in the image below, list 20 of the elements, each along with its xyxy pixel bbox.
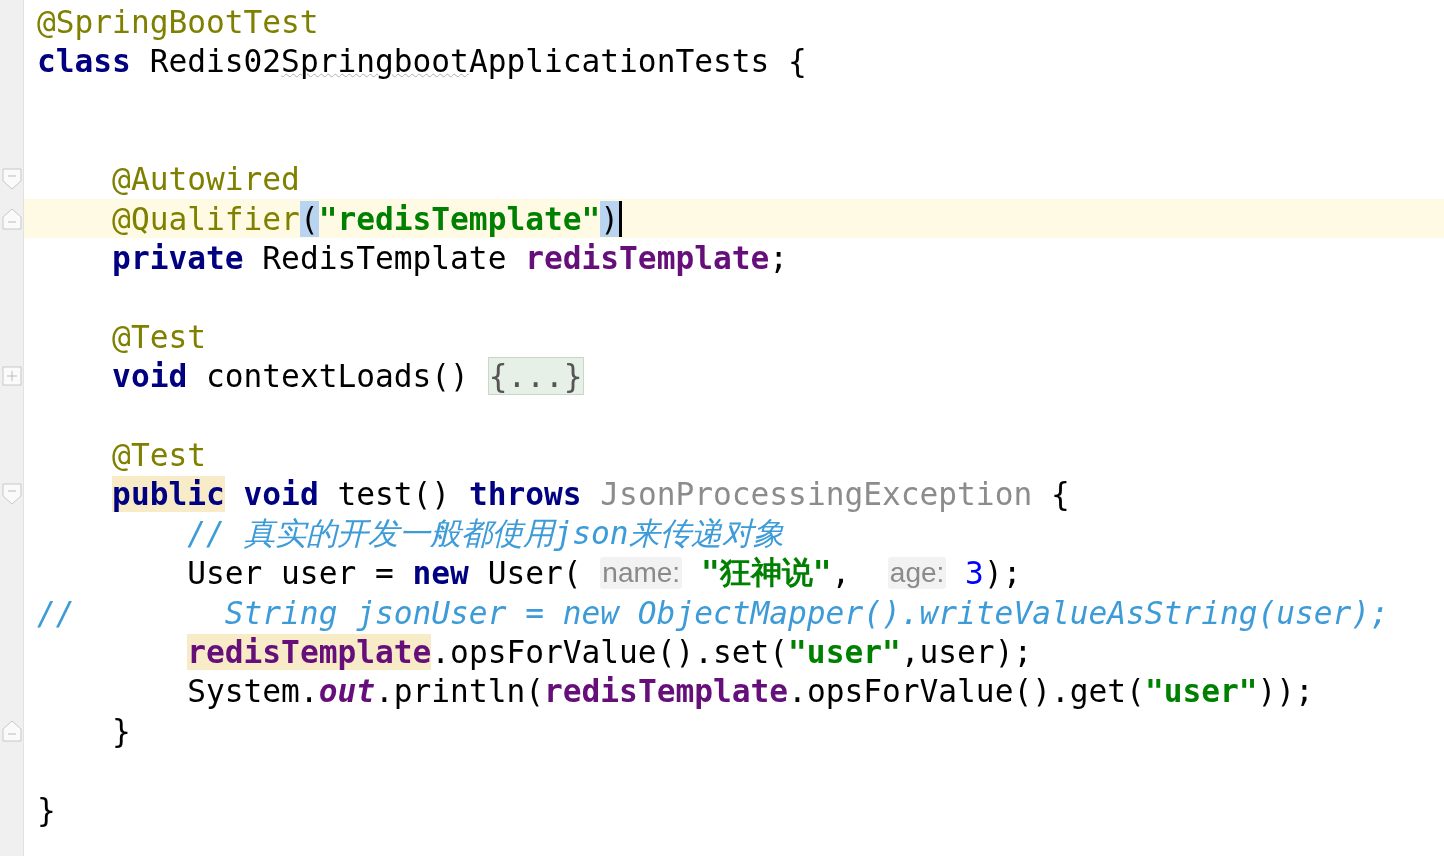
code-line: // String jsonUser = new ObjectMapper().writeValueAsString(user); bbox=[36, 593, 1390, 633]
fold-icon[interactable] bbox=[1, 483, 22, 506]
fold-icon[interactable] bbox=[1, 719, 22, 742]
code-line: redisTemplate.opsForValue().set("user",user); bbox=[186, 632, 1034, 672]
code-line: // 真实的开发一般都使用json来传递对象 bbox=[186, 514, 785, 553]
fold-icon[interactable] bbox=[1, 168, 22, 191]
code-line: @Test bbox=[111, 317, 207, 357]
code-line: User user = new User( name: "狂神说", age: 3); bbox=[186, 553, 1023, 593]
expand-icon[interactable] bbox=[1, 366, 22, 387]
code-line: @SpringBootTest bbox=[36, 2, 320, 42]
code-line: void contextLoads() {...} bbox=[111, 356, 585, 396]
code-line: class Redis02SpringbootApplicationTests { bbox=[36, 42, 808, 81]
code-line: private RedisTemplate redisTemplate; bbox=[111, 239, 790, 278]
code-line: public void test() throws JsonProcessingException { bbox=[111, 475, 1071, 515]
code-line: @Autowired bbox=[111, 160, 301, 199]
fold-icon[interactable] bbox=[1, 207, 22, 230]
code-line: @Test bbox=[111, 436, 207, 475]
code-line: System.out.println(redisTemplate.opsForValue().get("user")); bbox=[186, 672, 1315, 712]
code-line: } bbox=[36, 790, 57, 830]
code-line: } bbox=[111, 711, 132, 751]
